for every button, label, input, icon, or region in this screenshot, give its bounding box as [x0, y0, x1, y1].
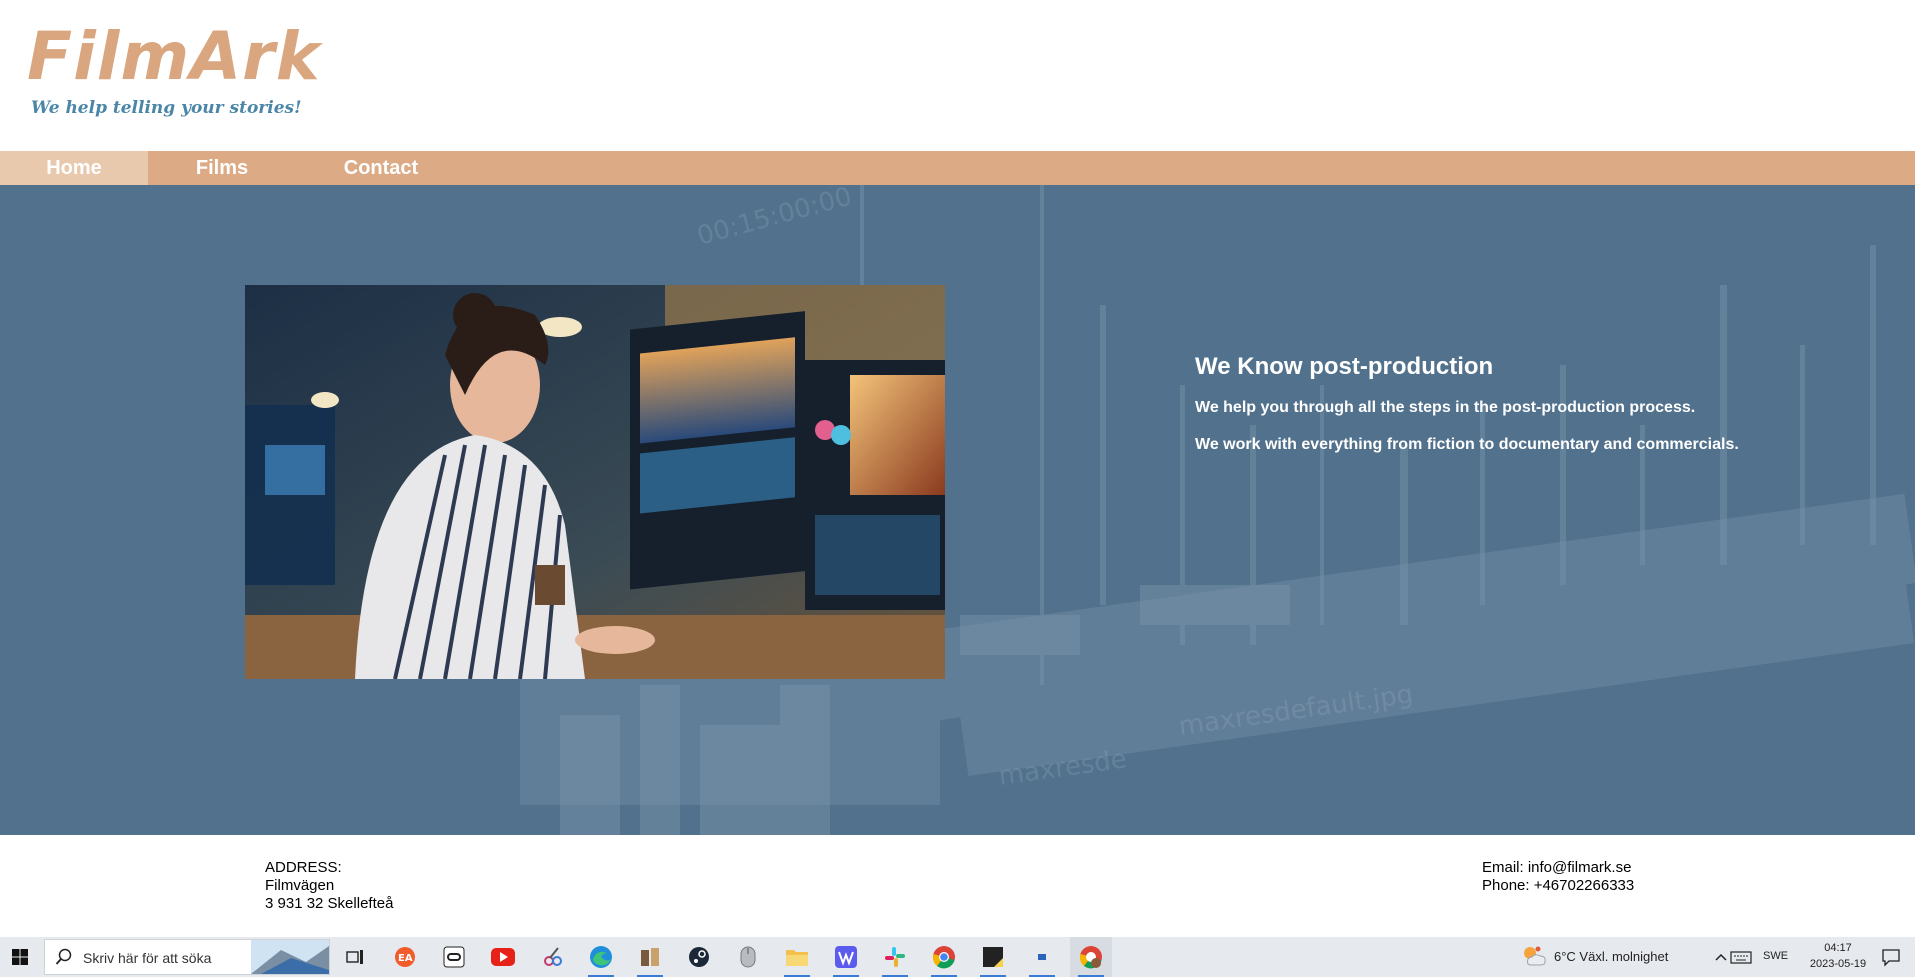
svg-text:00:15:00:00: 00:15:00:00 [694, 185, 855, 252]
clock-date: 2023-05-19 [1809, 958, 1867, 970]
nav-item-contact[interactable]: Contact [296, 151, 466, 185]
language-indicator[interactable]: SWE [1763, 950, 1788, 962]
address-street: Filmvägen [265, 877, 335, 894]
hero-line-1: We help you through all the steps in the… [1195, 399, 1696, 416]
hero-title: We Know post-production [1195, 353, 1494, 380]
footer-contact: Email: info@filmark.se Phone: +467022663… [1482, 859, 1634, 895]
hero-image-editor-at-desk [245, 285, 945, 679]
chevron-up-icon[interactable] [1715, 947, 1727, 967]
chrome-profile-icon[interactable] [1070, 937, 1112, 977]
ea-app-icon[interactable]: EA [384, 937, 426, 977]
hero-section: 00:15:00:00 maxresde maxresdefault.jpg W… [0, 185, 1915, 835]
clock[interactable]: 04:17 2023-05-19 [1798, 940, 1878, 972]
site-tagline: We help telling your stories! [31, 98, 302, 118]
site-footer: ADDRESS: Filmvägen 3 931 32 Skellefteå E… [0, 835, 1915, 937]
app-manager-icon[interactable] [629, 937, 671, 977]
terminal-icon[interactable] [1021, 937, 1063, 977]
task-view-icon[interactable] [334, 937, 376, 977]
youtube-icon[interactable] [482, 937, 524, 977]
hero-line-2: We work with everything from fiction to … [1195, 436, 1739, 453]
contact-phone[interactable]: Phone: +46702266333 [1482, 877, 1634, 895]
writer-app-icon[interactable] [825, 937, 867, 977]
search-icon [55, 948, 72, 965]
hero-text-block: We Know post-production We help you thro… [1195, 353, 1739, 473]
svg-text:EA: EA [398, 953, 413, 964]
weather-cloudy-icon[interactable] [1520, 944, 1548, 968]
chrome-icon[interactable] [923, 937, 965, 977]
edge-icon[interactable] [580, 937, 622, 977]
start-button[interactable] [0, 937, 40, 977]
contact-email[interactable]: Email: info@filmark.se [1482, 859, 1634, 877]
keyboard-icon[interactable] [1730, 947, 1752, 967]
site-logo[interactable]: FilmArk [27, 18, 321, 96]
taskbar-search-box[interactable]: Skriv här för att söka [44, 939, 330, 975]
windows-taskbar: Skriv här för att söka EA 6°C Växl. moln… [0, 937, 1915, 977]
search-highlight-image [251, 940, 329, 974]
address-label: ADDRESS: [265, 859, 342, 876]
mouse-settings-icon[interactable] [727, 937, 769, 977]
nav-item-home[interactable]: Home [0, 151, 148, 185]
slack-icon[interactable] [874, 937, 916, 977]
nav-item-films[interactable]: Films [148, 151, 296, 185]
address-city: 3 931 32 Skellefteå [265, 895, 394, 912]
snipping-tool-icon[interactable] [532, 937, 574, 977]
sticky-notes-icon[interactable] [972, 937, 1014, 977]
steam-icon[interactable] [678, 937, 720, 977]
clock-time: 04:17 [1824, 942, 1852, 954]
file-explorer-icon[interactable] [776, 937, 818, 977]
footer-address: ADDRESS: Filmvägen 3 931 32 Skellefteå [265, 859, 393, 913]
windows-logo-icon [12, 949, 28, 965]
oculus-icon[interactable] [433, 937, 475, 977]
weather-text[interactable]: 6°C Växl. molnighet [1554, 949, 1668, 964]
site-header: FilmArk We help telling your stories! [0, 0, 1915, 151]
main-nav: Home Films Contact [0, 151, 1915, 185]
notification-icon[interactable] [1881, 947, 1901, 967]
search-placeholder: Skriv här för att söka [83, 950, 212, 966]
